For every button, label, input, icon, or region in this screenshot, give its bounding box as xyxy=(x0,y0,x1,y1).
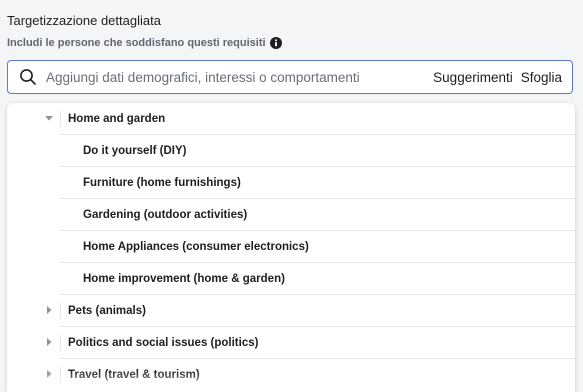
section-subtitle: Includi le persone che soddisfano questi… xyxy=(7,37,282,49)
browse-button[interactable]: Sfoglia xyxy=(521,70,562,85)
caret-right-icon[interactable] xyxy=(44,305,54,315)
search-icon xyxy=(19,68,37,86)
tree-category-label: Home and garden xyxy=(68,113,166,125)
tree-divider xyxy=(60,111,61,127)
info-icon[interactable] xyxy=(269,37,282,49)
suggestions-button[interactable]: Suggerimenti xyxy=(433,70,513,85)
tree-item-diy[interactable]: Do it yourself (DIY) xyxy=(7,135,575,167)
caret-right-icon[interactable] xyxy=(44,337,54,347)
tree-category-label: Pets (animals) xyxy=(68,305,146,317)
section-title: Targetizzazione dettagliata xyxy=(7,13,161,28)
tree-divider xyxy=(60,335,61,351)
tree-item-home-appliances[interactable]: Home Appliances (consumer electronics) xyxy=(7,231,575,263)
caret-down-icon[interactable] xyxy=(44,113,54,123)
browse-dropdown: Home and garden Do it yourself (DIY) Fur… xyxy=(7,103,575,392)
tree-category-label: Politics and social issues (politics) xyxy=(68,337,259,349)
tree-item-label: Do it yourself (DIY) xyxy=(83,145,187,157)
tree-item-label: Gardening (outdoor activities) xyxy=(83,209,248,221)
tree-item-furniture[interactable]: Furniture (home furnishings) xyxy=(7,167,575,199)
tree-category-politics[interactable]: Politics and social issues (politics) xyxy=(7,327,575,359)
tree-divider xyxy=(60,367,61,383)
tree-item-label: Home improvement (home & garden) xyxy=(83,273,285,285)
tree-category-travel[interactable]: Travel (travel & tourism) xyxy=(7,359,575,391)
tree-item-gardening[interactable]: Gardening (outdoor activities) xyxy=(7,199,575,231)
tree-item-label: Furniture (home furnishings) xyxy=(83,177,241,189)
tree-item-label: Home Appliances (consumer electronics) xyxy=(83,241,309,253)
search-input[interactable] xyxy=(46,69,434,85)
caret-right-icon[interactable] xyxy=(44,369,54,379)
search-field[interactable]: Suggerimenti Sfoglia xyxy=(7,60,573,94)
tree-category-pets[interactable]: Pets (animals) xyxy=(7,295,575,327)
tree-category-label: Travel (travel & tourism) xyxy=(68,369,200,381)
tree-item-home-improvement[interactable]: Home improvement (home & garden) xyxy=(7,263,575,295)
subtitle-text: Includi le persone che soddisfano questi… xyxy=(7,37,266,49)
tree-category-home-and-garden[interactable]: Home and garden xyxy=(7,103,575,135)
tree-divider xyxy=(60,303,61,319)
